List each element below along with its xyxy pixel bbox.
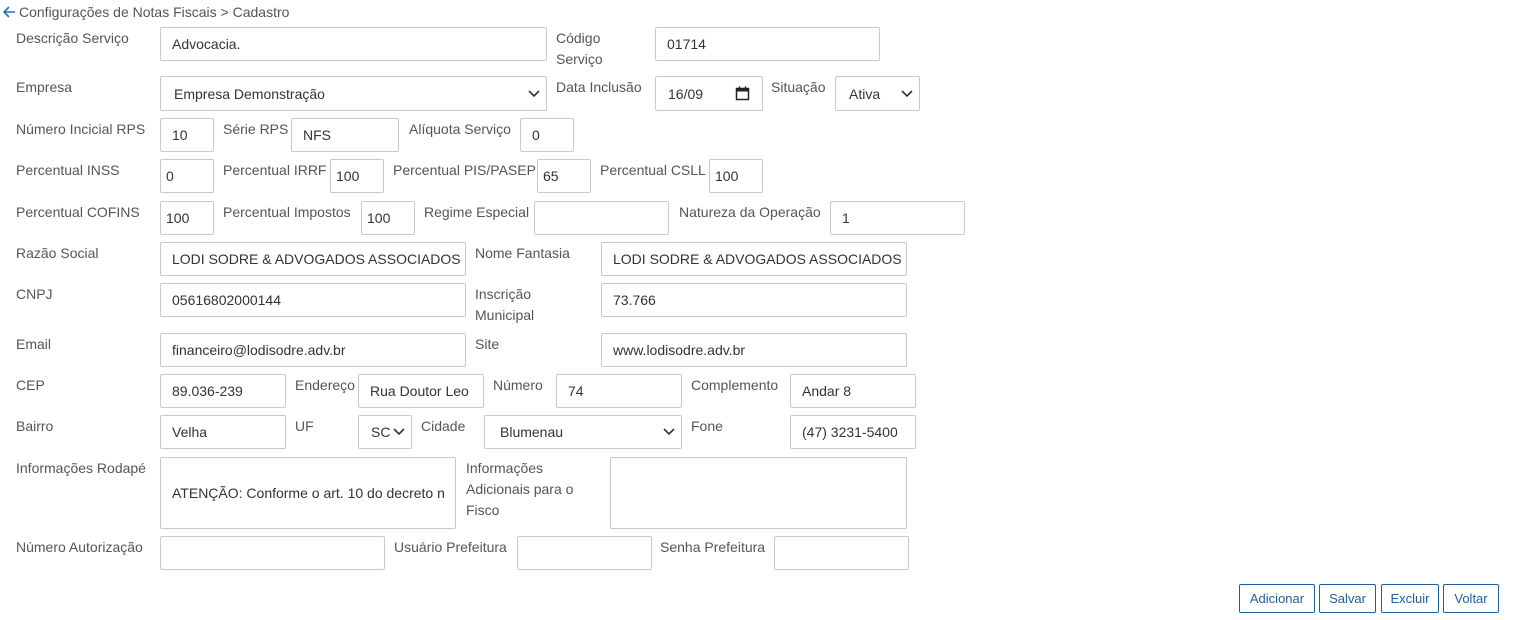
senha-prefeitura-input[interactable] [774,536,909,570]
numero-input[interactable]: 74 [556,374,682,408]
bairro-label: Bairro [16,418,54,434]
situacao-selected-value: Ativa [849,85,881,102]
data-inclusao-input[interactable]: 16/09 [655,76,763,111]
endereco-label: Endereço [295,377,355,393]
endereco-input[interactable]: Rua Doutor Leo [358,374,484,408]
breadcrumb-text: Configurações de Notas Fiscais > Cadastr… [19,4,290,20]
serie-rps-input[interactable]: NFS [291,118,399,152]
fone-label: Fone [691,418,723,434]
cep-label: CEP [16,377,45,393]
informacoes-rodape-textarea[interactable]: ATENÇÃO: Conforme o art. 10 do decreto n [160,457,456,529]
bairro-input[interactable]: Velha [160,415,286,449]
nome-fantasia-label: Nome Fantasia [475,245,570,261]
percentual-pis-label: Percentual PIS/PASEP [393,162,536,178]
razao-social-input[interactable]: LODI SODRE & ADVOGADOS ASSOCIADOS [160,242,466,276]
cnpj-input[interactable]: 05616802000144 [160,283,466,317]
cnpj-label: CNPJ [16,286,53,302]
email-label: Email [16,336,52,352]
percentual-inss-input[interactable]: 0 [160,159,214,193]
inscricao-municipal-label-line2: Municipal [475,307,535,323]
informacoes-adicionais-textarea[interactable] [610,457,907,529]
numero-autorizacao-input[interactable] [160,536,385,570]
inscricao-municipal-input[interactable]: 73.766 [601,283,907,317]
usuario-prefeitura-input[interactable] [517,536,652,570]
breadcrumb: Configurações de Notas Fiscais > Cadastr… [2,4,289,20]
situacao-select[interactable]: Ativa [835,76,920,111]
percentual-impostos-label: Percentual Impostos [223,204,351,220]
informacoes-rodape-label: Informações Rodapé [16,460,146,476]
empresa-selected-value: Empresa Demonstração [174,85,325,102]
descricao-servico-label: Descrição Serviço [16,30,129,46]
codigo-servico-input[interactable]: 01714 [655,27,880,61]
informacoes-adicionais-label-line3: Fisco [466,502,500,518]
inscricao-municipal-label-line1: Inscrição [475,286,532,302]
numero-autorizacao-label: Número Autorização [16,539,143,555]
adicionar-button[interactable]: Adicionar [1239,584,1315,613]
uf-select[interactable]: SC [358,415,412,449]
percentual-irrf-label: Percentual IRRF [223,162,327,178]
aliquota-servico-label: Alíquota Serviço [409,121,511,137]
aliquota-servico-input[interactable]: 0 [520,118,574,152]
site-input[interactable]: www.lodisodre.adv.br [601,333,907,367]
percentual-inss-label: Percentual INSS [16,162,120,178]
uf-label: UF [295,418,314,434]
percentual-irrf-input[interactable]: 100 [330,159,384,193]
cidade-select[interactable]: Blumenau [484,415,682,449]
chevron-down-icon [901,89,913,97]
uf-selected-value: SC [371,424,391,440]
regime-especial-input[interactable] [534,201,669,235]
salvar-button[interactable]: Salvar [1319,584,1376,613]
usuario-prefeitura-label: Usuário Prefeitura [394,539,507,555]
serie-rps-label: Série RPS [223,121,289,137]
empresa-label: Empresa [16,79,73,95]
cep-input[interactable]: 89.036-239 [160,374,286,408]
fone-input[interactable]: (47) 3231-5400 [790,415,916,449]
numero-inicial-rps-label: Número Incicial RPS [16,121,146,137]
razao-social-label: Razão Social [16,245,99,261]
chevron-down-icon [528,89,540,97]
complemento-input[interactable]: Andar 8 [790,374,916,408]
codigo-servico-label-line2: Serviço [556,51,603,67]
calendar-icon[interactable] [735,86,750,101]
numero-inicial-rps-input[interactable]: 10 [160,118,214,152]
percentual-pis-input[interactable]: 65 [537,159,591,193]
cidade-selected-value: Blumenau [500,424,564,440]
informacoes-adicionais-label-line1: Informações [466,460,544,476]
chevron-down-icon [663,428,675,436]
percentual-csll-label: Percentual CSLL [600,162,706,178]
cidade-label: Cidade [421,418,466,434]
natureza-operacao-label: Natureza da Operação [679,204,821,220]
arrow-left-icon[interactable] [2,5,16,19]
nome-fantasia-input[interactable]: LODI SODRE & ADVOGADOS ASSOCIADOS [601,242,907,276]
excluir-button[interactable]: Excluir [1381,584,1439,613]
percentual-impostos-input[interactable]: 100 [361,201,415,235]
regime-especial-label: Regime Especial [424,204,530,220]
percentual-cofins-input[interactable]: 100 [160,201,214,235]
percentual-csll-input[interactable]: 100 [709,159,763,193]
situacao-label: Situação [771,79,826,95]
codigo-servico-label-line1: Código [556,30,601,46]
informacoes-adicionais-label-line2: Adicionais para o [466,481,574,497]
data-inclusao-value: 16/09 [668,85,704,102]
natureza-operacao-input[interactable]: 1 [830,201,965,235]
email-input[interactable]: financeiro@lodisodre.adv.br [160,333,466,367]
site-label: Site [475,336,500,352]
numero-label: Número [493,377,543,393]
senha-prefeitura-label: Senha Prefeitura [660,539,766,555]
empresa-select[interactable]: Empresa Demonstração [160,76,547,111]
percentual-cofins-label: Percentual COFINS [16,204,140,220]
voltar-button[interactable]: Voltar [1443,584,1499,613]
descricao-servico-input[interactable]: Advocacia. [160,27,547,61]
complemento-label: Complemento [691,377,779,393]
data-inclusao-label: Data Inclusão [556,79,642,95]
chevron-down-icon [393,428,405,436]
